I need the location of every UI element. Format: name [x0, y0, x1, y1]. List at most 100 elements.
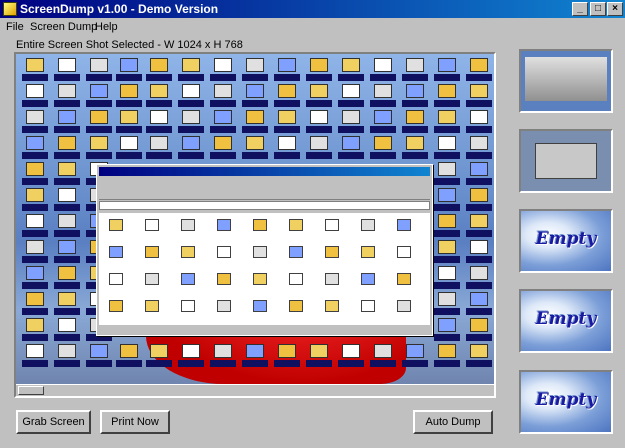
- desktop-icon-label: [116, 360, 142, 367]
- control-panel-icon: [109, 273, 123, 285]
- desktop-icon-label: [306, 152, 332, 159]
- control-panel-icon: [253, 219, 267, 231]
- desktop-icon: [58, 136, 76, 150]
- desktop-icon-label: [86, 126, 112, 133]
- desktop-icon: [406, 136, 424, 150]
- control-panel-icon: [109, 219, 123, 231]
- control-panel-icon: [253, 246, 267, 258]
- desktop-icon: [26, 58, 44, 72]
- desktop-icon: [120, 110, 138, 124]
- desktop-icon: [150, 58, 168, 72]
- desktop-icon-label: [54, 178, 80, 185]
- control-panel-icon: [181, 300, 195, 312]
- desktop-icon-label: [402, 152, 428, 159]
- desktop-icon: [26, 344, 44, 358]
- desktop-icon: [438, 240, 456, 254]
- grab-screen-button[interactable]: Grab Screen: [16, 410, 91, 434]
- desktop-icon-label: [466, 334, 492, 341]
- thumbnail-1[interactable]: [519, 49, 613, 113]
- desktop-icon-label: [434, 152, 460, 159]
- control-panel-icon: [181, 273, 195, 285]
- desktop-icon-label: [54, 360, 80, 367]
- app-icon[interactable]: [3, 2, 17, 16]
- thumbnail-4[interactable]: Empty: [519, 289, 613, 353]
- desktop-icon: [120, 136, 138, 150]
- desktop-icon-label: [370, 126, 396, 133]
- desktop-icon: [182, 344, 200, 358]
- desktop-icon-label: [22, 256, 48, 263]
- desktop-icon-label: [466, 282, 492, 289]
- desktop-icon: [58, 162, 76, 176]
- desktop-icon: [438, 110, 456, 124]
- menu-bar: File Screen Dump Help: [0, 18, 625, 36]
- desktop-icon: [406, 344, 424, 358]
- captured-window-toolbar: [99, 181, 430, 200]
- title-bar: ScreenDump v1.00 - Demo Version _ □ ×: [0, 0, 625, 18]
- desktop-icon-label: [434, 256, 460, 263]
- desktop-icon: [26, 240, 44, 254]
- menu-screen-dump[interactable]: Screen Dump: [30, 20, 97, 34]
- desktop-icon-label: [434, 74, 460, 81]
- desktop-icon-label: [86, 100, 112, 107]
- desktop-icon: [438, 214, 456, 228]
- desktop-icon-label: [146, 152, 172, 159]
- desktop-icon: [310, 58, 328, 72]
- control-panel-icon: [289, 300, 303, 312]
- desktop-icon-label: [434, 282, 460, 289]
- desktop-icon: [90, 110, 108, 124]
- desktop-icon: [246, 58, 264, 72]
- menu-file[interactable]: File: [6, 20, 24, 34]
- desktop-icon-label: [434, 204, 460, 211]
- desktop-icon-label: [338, 74, 364, 81]
- desktop-icon-label: [274, 74, 300, 81]
- desktop-icon: [342, 136, 360, 150]
- thumbnail-3[interactable]: Empty: [519, 209, 613, 273]
- thumbnail-4-empty-label: Empty: [535, 309, 597, 329]
- auto-dump-button[interactable]: Auto Dump: [413, 410, 493, 434]
- desktop-icon-label: [116, 126, 142, 133]
- desktop-icon-label: [22, 230, 48, 237]
- control-panel-icon: [253, 273, 267, 285]
- desktop-icon-label: [434, 334, 460, 341]
- desktop-icon: [246, 84, 264, 98]
- thumbnail-2[interactable]: [519, 129, 613, 193]
- desktop-icon: [310, 344, 328, 358]
- desktop-icon-label: [274, 100, 300, 107]
- desktop-icon: [438, 136, 456, 150]
- captured-window-content: [99, 213, 430, 325]
- desktop-icon: [374, 58, 392, 72]
- desktop-icon: [438, 162, 456, 176]
- desktop-icon: [342, 110, 360, 124]
- desktop-icon-label: [210, 74, 236, 81]
- desktop-icon-label: [54, 334, 80, 341]
- desktop-icon: [342, 58, 360, 72]
- desktop-icon-label: [86, 152, 112, 159]
- desktop-icon: [214, 110, 232, 124]
- control-panel-icon: [289, 273, 303, 285]
- desktop-icon: [26, 318, 44, 332]
- desktop-icon: [26, 84, 44, 98]
- desktop-icon-label: [54, 152, 80, 159]
- thumbnail-5[interactable]: Empty: [519, 370, 613, 434]
- desktop-icon: [26, 188, 44, 202]
- desktop-icon-label: [370, 74, 396, 81]
- desktop-icon-label: [274, 126, 300, 133]
- desktop-icon-label: [466, 152, 492, 159]
- control-panel-icon: [109, 300, 123, 312]
- desktop-icon-label: [242, 100, 268, 107]
- desktop-icon: [214, 344, 232, 358]
- thumbnail-strip: Empty Empty Empty: [509, 37, 625, 448]
- minimize-button[interactable]: _: [572, 2, 588, 16]
- desktop-icon-label: [210, 360, 236, 367]
- desktop-icon: [278, 344, 296, 358]
- desktop-icon: [310, 84, 328, 98]
- control-panel-icon: [325, 273, 339, 285]
- desktop-icon: [374, 344, 392, 358]
- desktop-icon: [58, 292, 76, 306]
- close-button[interactable]: ×: [607, 2, 623, 16]
- menu-help[interactable]: Help: [95, 20, 118, 34]
- desktop-icon-label: [306, 74, 332, 81]
- desktop-icon: [438, 266, 456, 280]
- maximize-button[interactable]: □: [590, 2, 606, 16]
- print-now-button[interactable]: Print Now: [100, 410, 170, 434]
